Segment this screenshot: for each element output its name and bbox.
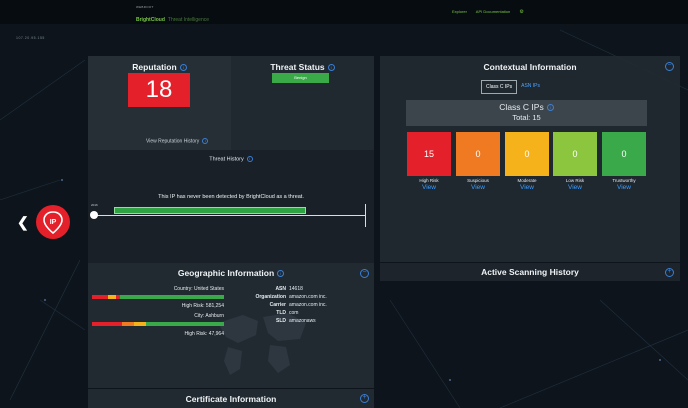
geo-field-asn: ASN 14618 xyxy=(230,286,303,292)
reputation-score: 18 xyxy=(128,73,190,107)
field-key: SLD xyxy=(276,318,286,324)
threat-history-title: Threat History i xyxy=(88,156,374,162)
threat-history-panel: Threat History i This IP has never been d… xyxy=(88,150,374,263)
threat-history-message: This IP has never been detected by Brigh… xyxy=(158,194,304,200)
risk-box: 15 xyxy=(407,132,451,176)
field-value: 14618 xyxy=(289,286,303,292)
threat-history-title-text: Threat History xyxy=(209,156,244,163)
tab-asn-ips[interactable]: ASN IPs xyxy=(517,80,544,94)
active-scanning-panel: Active Scanning History + xyxy=(380,263,680,281)
contextual-title: Contextual Information xyxy=(483,62,577,72)
geographic-information-panel: Geographic Information i − Country: Unite… xyxy=(88,263,374,388)
risk-label: Trustworthy xyxy=(612,178,636,183)
class-c-heading-text: Class C IPs xyxy=(499,102,544,112)
field-key: ASN xyxy=(275,286,286,292)
contextual-tabs: Class C IPs ASN IPs xyxy=(481,80,544,94)
certificate-title: Certificate Information xyxy=(185,394,277,404)
nav-api-docs-link[interactable]: API Documentation xyxy=(476,9,510,14)
threat-status-badge: Benign xyxy=(272,73,329,83)
field-key: TLD xyxy=(276,310,286,316)
class-c-heading: Class C IPs i xyxy=(406,102,647,112)
geo-field-sld: SLD amazonaws xyxy=(230,318,316,324)
collapse-icon[interactable]: − xyxy=(665,62,674,71)
timeline-start-dot xyxy=(90,211,98,219)
risk-view-link[interactable]: View xyxy=(404,184,454,191)
back-arrow-icon[interactable]: ❮ xyxy=(17,214,29,231)
ip-address: 107.20.95.155 xyxy=(16,36,45,40)
top-nav: Explorer API Documentation ⚙ xyxy=(452,9,532,15)
active-scanning-title: Active Scanning History xyxy=(481,267,579,277)
info-icon[interactable]: i xyxy=(277,270,285,278)
field-value: amazonaws xyxy=(289,318,316,324)
expand-icon[interactable]: + xyxy=(665,268,674,277)
brand-small-text: WEBROOT xyxy=(136,5,154,9)
geo-field-tld: TLD com xyxy=(230,310,298,316)
geo-country-risk: High Risk: 581,254 xyxy=(181,303,224,309)
reputation-panel: Reputation i 18 View Reputation History i xyxy=(88,56,231,150)
ip-pin-label: IP xyxy=(50,219,57,226)
timeline-end-marker xyxy=(365,204,366,227)
info-icon[interactable]: i xyxy=(546,104,554,112)
risk-box: 0 xyxy=(456,132,500,176)
brand-name: BrightCloud xyxy=(136,17,165,23)
info-icon[interactable]: i xyxy=(202,138,209,144)
timeline-axis xyxy=(94,215,366,216)
collapse-icon[interactable]: − xyxy=(360,269,369,278)
info-icon[interactable]: i xyxy=(246,156,253,162)
class-c-summary: Class C IPs i Total: 15 xyxy=(406,100,647,126)
field-value: amazon.com inc. xyxy=(289,294,327,300)
threat-status-title-text: Threat Status xyxy=(270,62,325,72)
field-key: Organization xyxy=(255,294,286,300)
contextual-information-panel: Contextual Information − Class C IPs ASN… xyxy=(380,56,680,262)
risk-view-link[interactable]: View xyxy=(453,184,503,191)
brand-subtitle: Threat Intelligence xyxy=(167,17,210,23)
gear-icon[interactable]: ⚙ xyxy=(519,9,523,15)
reputation-title-text: Reputation xyxy=(132,62,177,72)
city-risk-bar xyxy=(92,322,224,326)
geo-field-organization: Organization amazon.com inc. xyxy=(230,294,327,300)
risk-label: High Risk xyxy=(419,178,439,183)
geo-country: Country: United States xyxy=(173,286,224,292)
risk-box: 0 xyxy=(553,132,597,176)
view-reputation-history-text: View Reputation History xyxy=(146,138,200,145)
geographic-title: Geographic Information i xyxy=(88,268,374,278)
field-key: Carrier xyxy=(269,302,286,308)
threat-status-title: Threat Status i xyxy=(231,62,374,72)
geo-city-risk: High Risk: 47,964 xyxy=(184,331,224,337)
risk-view-link[interactable]: View xyxy=(502,184,552,191)
country-risk-bar xyxy=(92,295,224,299)
top-bar: WEBROOT BrightCloud Threat Intelligence E… xyxy=(0,0,688,24)
class-c-total: Total: 15 xyxy=(512,113,541,122)
risk-box: 0 xyxy=(505,132,549,176)
expand-icon[interactable]: + xyxy=(360,394,369,403)
info-icon[interactable]: i xyxy=(327,64,335,72)
certificate-information-panel: Certificate Information + xyxy=(88,389,374,408)
timeline-year: 2016 xyxy=(91,203,98,207)
risk-label: Moderate xyxy=(517,178,537,183)
info-icon[interactable]: i xyxy=(179,64,187,72)
risk-box: 0 xyxy=(602,132,646,176)
ip-pin-icon[interactable]: IP xyxy=(35,204,71,240)
geo-field-carrier: Carrier amazon.com inc. xyxy=(230,302,327,308)
geographic-title-text: Geographic Information xyxy=(177,268,275,278)
risk-view-link[interactable]: View xyxy=(599,184,649,191)
tab-class-c-ips[interactable]: Class C IPs xyxy=(481,80,518,94)
risk-label: Suspicious xyxy=(467,178,489,183)
brand-logo[interactable]: WEBROOT BrightCloud Threat Intelligence xyxy=(136,6,209,25)
field-value: com xyxy=(289,310,299,316)
risk-view-link[interactable]: View xyxy=(550,184,600,191)
threat-status-panel: Threat Status i Benign xyxy=(231,56,374,150)
timeline-benign-bar xyxy=(114,207,306,214)
risk-label: Low Risk xyxy=(565,178,585,183)
reputation-title: Reputation i xyxy=(88,62,231,72)
view-reputation-history-link[interactable]: View Reputation History i xyxy=(146,138,209,145)
field-value: amazon.com inc. xyxy=(289,302,327,308)
geo-city: City: Ashburn xyxy=(194,313,224,319)
nav-explorer-link[interactable]: Explorer xyxy=(452,9,467,14)
